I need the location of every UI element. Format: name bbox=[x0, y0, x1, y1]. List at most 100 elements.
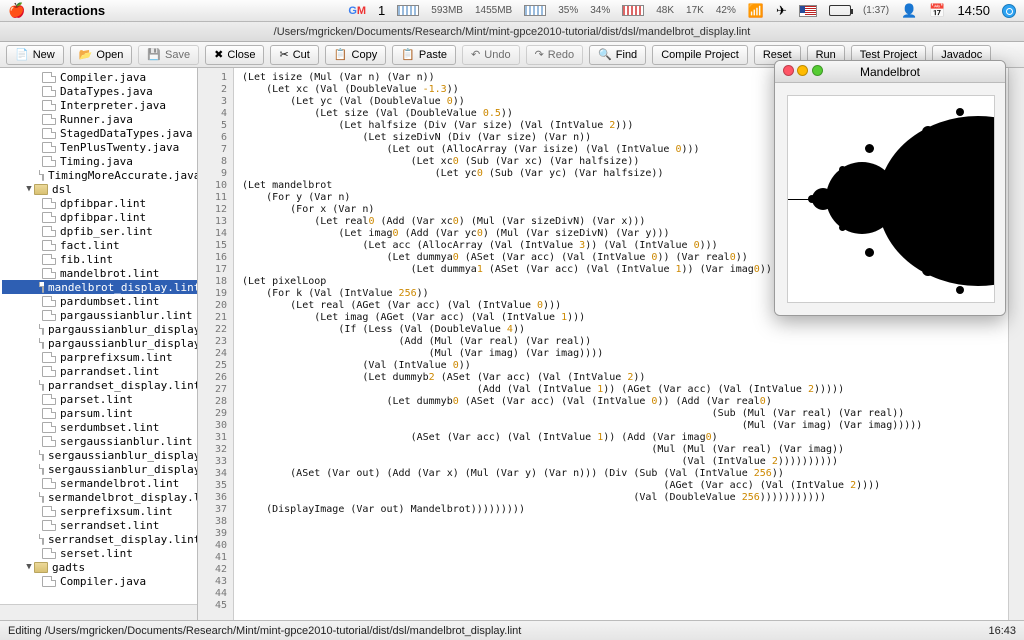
battery-icon[interactable] bbox=[829, 5, 851, 16]
undo-button[interactable]: ↶Undo bbox=[462, 45, 520, 65]
file-tree-item[interactable]: sermandelbrot.lint bbox=[2, 476, 197, 490]
line-number: 27 bbox=[198, 384, 233, 396]
file-tree-item[interactable]: serdumbset.lint bbox=[2, 420, 197, 434]
line-number: 42 bbox=[198, 564, 233, 576]
app-title[interactable]: Interactions bbox=[31, 3, 105, 18]
window-titlebar[interactable]: Mandelbrot bbox=[775, 61, 1005, 83]
file-tree-item[interactable]: serrandset_display.lint bbox=[2, 532, 197, 546]
window-controls[interactable] bbox=[783, 65, 823, 79]
file-label: DataTypes.java bbox=[60, 85, 153, 98]
window-close-icon[interactable] bbox=[783, 65, 794, 76]
file-icon bbox=[42, 352, 56, 363]
file-tree-item[interactable]: sermandelbrot_display.li bbox=[2, 490, 197, 504]
file-tree-item[interactable]: serrandset.lint bbox=[2, 518, 197, 532]
compile-button[interactable]: Compile Project bbox=[652, 45, 748, 65]
copy-button[interactable]: 📋Copy bbox=[325, 45, 386, 65]
line-number: 22 bbox=[198, 324, 233, 336]
file-tree-item[interactable]: sergaussianblur.lint bbox=[2, 434, 197, 448]
file-tree-item[interactable]: pargaussianblur_display_. bbox=[2, 336, 197, 350]
window-minimize-icon[interactable] bbox=[797, 65, 808, 76]
clock[interactable]: 14:50 bbox=[957, 3, 990, 18]
file-tree-item[interactable]: Interpreter.java bbox=[2, 98, 197, 112]
date-icon[interactable]: 📅 bbox=[929, 3, 945, 19]
file-tree-item[interactable]: TimingMoreAccurate.java bbox=[2, 168, 197, 182]
file-tree-item[interactable]: Runner.java bbox=[2, 112, 197, 126]
input-source-icon[interactable] bbox=[799, 5, 817, 17]
file-tree-item[interactable]: dpfibpar.lint bbox=[2, 210, 197, 224]
apple-menu-icon[interactable]: 🍎 bbox=[8, 2, 25, 19]
editor-scrollbar[interactable] bbox=[1008, 68, 1024, 620]
file-tree-item[interactable]: parsum.lint bbox=[2, 406, 197, 420]
net-1: 48K bbox=[656, 5, 674, 16]
file-tree-item[interactable]: sergaussianblur_display. bbox=[2, 448, 197, 462]
file-tree-item[interactable]: parrandset.lint bbox=[2, 364, 197, 378]
file-label: Runner.java bbox=[60, 113, 133, 126]
file-tree-item[interactable]: ▼gadts bbox=[2, 560, 197, 574]
file-tree-item[interactable]: dpfib_ser.lint bbox=[2, 224, 197, 238]
line-number: 37 bbox=[198, 504, 233, 516]
line-number: 30 bbox=[198, 420, 233, 432]
file-label: serrandset_display.lint bbox=[48, 533, 198, 546]
wifi-icon[interactable]: 📶 bbox=[748, 3, 764, 19]
file-tree-item-selected[interactable]: mandelbrot_display.lint bbox=[2, 280, 197, 294]
file-icon bbox=[42, 366, 56, 377]
file-tree-item[interactable]: sergaussianblur_display_. bbox=[2, 462, 197, 476]
close-button[interactable]: ✖Close bbox=[205, 45, 264, 65]
memory-graph-icon bbox=[397, 5, 419, 16]
redo-icon: ↷ bbox=[535, 48, 544, 61]
window-zoom-icon[interactable] bbox=[812, 65, 823, 76]
mandelbrot-window[interactable]: Mandelbrot bbox=[774, 60, 1006, 316]
disclosure-triangle-icon[interactable]: ▼ bbox=[24, 562, 34, 572]
file-tree-item[interactable]: Compiler.java bbox=[2, 574, 197, 588]
paste-button[interactable]: 📋Paste bbox=[392, 45, 456, 65]
file-icon bbox=[42, 282, 44, 293]
file-icon bbox=[42, 408, 56, 419]
file-tree-item[interactable]: Timing.java bbox=[2, 154, 197, 168]
find-button[interactable]: 🔍Find bbox=[589, 45, 646, 65]
file-tree-item[interactable]: fib.lint bbox=[2, 252, 197, 266]
file-tree-item[interactable]: TenPlusTwenty.java bbox=[2, 140, 197, 154]
redo-button[interactable]: ↷Redo bbox=[526, 45, 584, 65]
file-tree-item[interactable]: parrandset_display.lint bbox=[2, 378, 197, 392]
file-tree-item[interactable]: serprefixsum.lint bbox=[2, 504, 197, 518]
file-tree-item[interactable]: DataTypes.java bbox=[2, 84, 197, 98]
file-icon bbox=[42, 324, 44, 335]
battery-time: (1:37) bbox=[863, 5, 889, 16]
sidebar-scrollbar[interactable] bbox=[0, 604, 197, 620]
gmail-icon[interactable]: GM bbox=[348, 5, 366, 17]
file-tree-item[interactable]: StagedDataTypes.java bbox=[2, 126, 197, 140]
file-icon bbox=[42, 226, 56, 237]
new-button[interactable]: 📄New bbox=[6, 45, 64, 65]
file-icon bbox=[42, 156, 56, 167]
file-tree-item[interactable]: parset.lint bbox=[2, 392, 197, 406]
line-number: 36 bbox=[198, 492, 233, 504]
file-tree-item[interactable]: serset.lint bbox=[2, 546, 197, 560]
spotlight-icon[interactable] bbox=[1002, 4, 1016, 18]
disclosure-triangle-icon[interactable]: ▼ bbox=[24, 184, 34, 194]
file-tree-item[interactable]: parprefixsum.lint bbox=[2, 350, 197, 364]
file-tree-item[interactable]: dpfibpar.lint bbox=[2, 196, 197, 210]
cpu-2: 34% bbox=[590, 5, 610, 16]
file-label: mandelbrot.lint bbox=[60, 267, 159, 280]
file-icon bbox=[42, 100, 56, 111]
line-number: 40 bbox=[198, 540, 233, 552]
file-label: parrandset.lint bbox=[60, 365, 159, 378]
file-tree-item[interactable]: pargaussianblur_display. bbox=[2, 322, 197, 336]
file-tree[interactable]: Compiler.javaDataTypes.javaInterpreter.j… bbox=[0, 68, 198, 620]
cut-button[interactable]: ✂Cut bbox=[270, 45, 318, 65]
line-number: 13 bbox=[198, 216, 233, 228]
file-tree-item[interactable]: Compiler.java bbox=[2, 70, 197, 84]
open-button[interactable]: 📂Open bbox=[70, 45, 133, 65]
file-tree-item[interactable]: ▼dsl bbox=[2, 182, 197, 196]
file-tree-item[interactable]: mandelbrot.lint bbox=[2, 266, 197, 280]
file-label: dpfib_ser.lint bbox=[60, 225, 153, 238]
file-icon bbox=[42, 534, 44, 545]
file-tree-item[interactable]: pardumbset.lint bbox=[2, 294, 197, 308]
airplane-icon[interactable]: ✈︎ bbox=[776, 3, 787, 19]
line-number: 4 bbox=[198, 108, 233, 120]
user-icon[interactable]: 👤 bbox=[901, 3, 917, 19]
save-button[interactable]: 💾Save bbox=[138, 45, 199, 65]
file-label: StagedDataTypes.java bbox=[60, 127, 192, 140]
file-tree-item[interactable]: fact.lint bbox=[2, 238, 197, 252]
file-tree-item[interactable]: pargaussianblur.lint bbox=[2, 308, 197, 322]
